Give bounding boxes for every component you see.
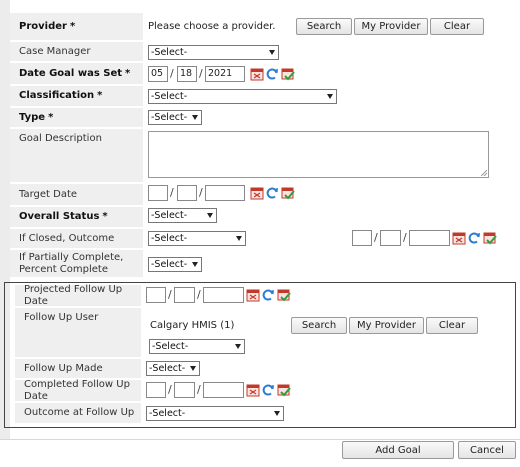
case-manager-row: Case Manager -Select- [10, 42, 520, 62]
provider-text: Please choose a provider. [148, 21, 276, 32]
date-goal-label: Date Goal was Set * [10, 63, 143, 85]
add-goal-button[interactable]: Add Goal [342, 441, 454, 459]
target-date-row: Target Date / / [10, 184, 520, 206]
completed-day-input[interactable] [174, 382, 195, 398]
completed-year-input[interactable] [203, 382, 244, 398]
refresh-icon[interactable] [265, 186, 279, 200]
cancel-button[interactable]: Cancel [458, 441, 516, 459]
calendar-icon[interactable] [250, 67, 264, 81]
classification-select[interactable]: -Select- [148, 89, 337, 104]
goal-description-row: Goal Description [10, 129, 520, 183]
projected-label: Projected Follow Up Date [15, 284, 141, 307]
follow-up-panel: Projected Follow Up Date / / Follow Up U… [4, 282, 516, 428]
calendar-check-icon[interactable] [277, 288, 291, 302]
closed-date-year-input[interactable] [409, 230, 450, 246]
partial-label: If Partially Complete, Percent Complete [10, 250, 143, 278]
partial-row: If Partially Complete, Percent Complete … [10, 250, 520, 278]
projected-row: Projected Follow Up Date / / [15, 284, 513, 307]
target-date-month-input[interactable] [148, 185, 168, 201]
refresh-icon[interactable] [261, 383, 275, 397]
target-date-year-input[interactable] [205, 185, 245, 201]
goal-description-textarea[interactable] [148, 131, 489, 178]
type-label: Type * [10, 108, 143, 128]
calendar-check-icon[interactable] [483, 231, 497, 245]
case-manager-label: Case Manager [10, 42, 143, 62]
footer-divider [0, 439, 520, 440]
provider-search-button[interactable]: Search [296, 18, 352, 35]
calendar-check-icon[interactable] [277, 383, 291, 397]
provider-row: Provider * Please choose a provider. Sear… [10, 13, 520, 41]
case-manager-select[interactable]: -Select- [148, 45, 279, 60]
projected-month-input[interactable] [146, 287, 166, 303]
calendar-icon[interactable] [246, 383, 260, 397]
calendar-check-icon[interactable] [281, 67, 295, 81]
follow-up-user-label: Follow Up User [15, 308, 141, 358]
refresh-icon[interactable] [265, 67, 279, 81]
follow-up-made-select[interactable]: -Select- [146, 361, 200, 376]
closed-date-month-input[interactable] [352, 230, 372, 246]
calendar-icon[interactable] [250, 186, 264, 200]
follow-up-made-row: Follow Up Made -Select- [15, 359, 513, 379]
completed-month-input[interactable] [146, 382, 166, 398]
provider-label: Provider * [10, 13, 143, 41]
follow-up-made-label: Follow Up Made [15, 359, 141, 379]
projected-day-input[interactable] [174, 287, 195, 303]
follow-up-my-provider-button[interactable]: My Provider [349, 317, 424, 334]
if-closed-select[interactable]: -Select- [148, 231, 246, 246]
target-date-day-input[interactable] [177, 185, 197, 201]
follow-up-clear-button[interactable]: Clear [426, 317, 478, 334]
closed-date-day-input[interactable] [380, 230, 401, 246]
follow-up-user-select[interactable]: -Select- [149, 339, 245, 354]
calendar-icon[interactable] [452, 231, 466, 245]
outcome-select[interactable]: -Select- [146, 406, 284, 421]
refresh-icon[interactable] [261, 288, 275, 302]
overall-status-label: Overall Status * [10, 207, 143, 228]
resize-grip-icon[interactable] [481, 170, 487, 176]
type-row: Type * -Select- [10, 108, 520, 128]
goal-description-label: Goal Description [10, 129, 143, 183]
outcome-row: Outcome at Follow Up -Select- [15, 403, 513, 424]
if-closed-row: If Closed, Outcome -Select- / / [10, 229, 520, 249]
outcome-label: Outcome at Follow Up [15, 403, 141, 424]
follow-up-search-button[interactable]: Search [291, 317, 347, 334]
calendar-check-icon[interactable] [281, 186, 295, 200]
target-date-label: Target Date [10, 184, 143, 206]
classification-row: Classification * -Select- [10, 86, 520, 107]
provider-clear-button[interactable]: Clear [430, 18, 484, 35]
completed-label: Completed Follow Up Date [15, 379, 141, 402]
type-select[interactable]: -Select- [148, 110, 202, 125]
calendar-icon[interactable] [246, 288, 260, 302]
completed-row: Completed Follow Up Date / / [15, 379, 513, 402]
provider-my-provider-button[interactable]: My Provider [354, 18, 428, 35]
overall-status-select[interactable]: -Select- [148, 208, 217, 223]
date-goal-year-input[interactable]: 2021 [205, 66, 245, 82]
projected-year-input[interactable] [203, 287, 244, 303]
follow-up-user-text: Calgary HMIS (1) [150, 320, 235, 331]
follow-up-user-row: Follow Up User Calgary HMIS (1) Search M… [15, 308, 513, 358]
partial-select[interactable]: -Select- [148, 257, 202, 272]
if-closed-label: If Closed, Outcome [10, 229, 143, 249]
refresh-icon[interactable] [467, 231, 481, 245]
date-goal-day-input[interactable]: 18 [177, 66, 197, 82]
classification-label: Classification * [10, 86, 143, 107]
date-goal-row: Date Goal was Set * 05 / 18 / 2021 [10, 63, 520, 85]
overall-status-row: Overall Status * -Select- [10, 207, 520, 228]
date-goal-month-input[interactable]: 05 [148, 66, 168, 82]
